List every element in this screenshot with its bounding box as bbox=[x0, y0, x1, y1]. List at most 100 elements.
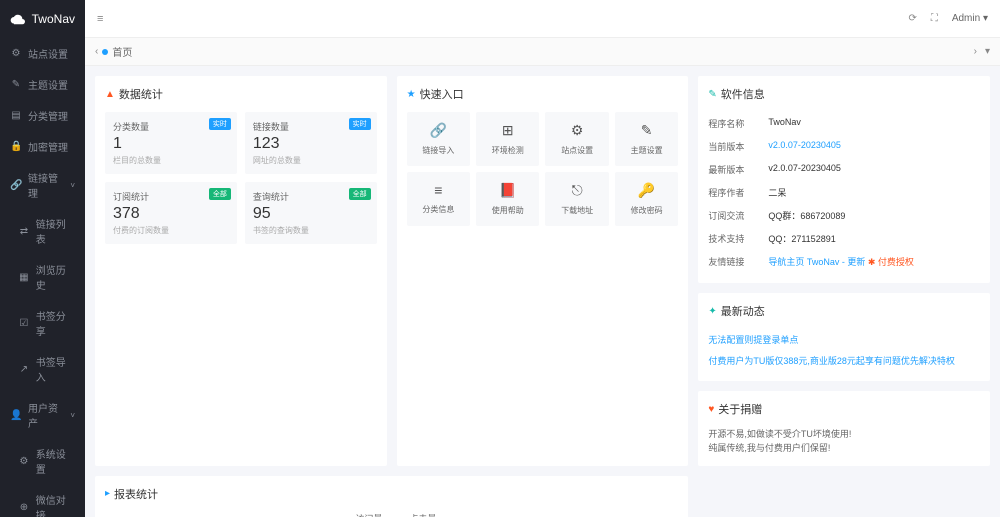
info-link[interactable]: 导航主页 TwoNav - 更新 bbox=[768, 257, 865, 267]
quick-btn-5[interactable]: 📕 使用帮助 bbox=[476, 172, 539, 226]
sidebar-item-3[interactable]: 🔒加密管理 bbox=[0, 131, 85, 162]
quick-btn-6[interactable]: ⎋下载地址 bbox=[545, 172, 608, 226]
info-warn[interactable]: ✱ 付费授权 bbox=[868, 257, 914, 267]
quick-icon: 📕 bbox=[480, 182, 535, 199]
sidebar-sub-link-1[interactable]: ▦浏览历史 bbox=[0, 254, 85, 300]
tab-next-icon[interactable]: › bbox=[974, 46, 977, 57]
sidebar-sub-link-0[interactable]: ⇄ 链接列表 bbox=[0, 208, 85, 254]
software-card: ✎软件信息 程序名称TwoNav当前版本v2.0.07-20230405最新版本… bbox=[698, 76, 990, 283]
info-row-1: 当前版本v2.0.07-20230405 bbox=[708, 135, 980, 158]
quick-label: 使用帮助 bbox=[480, 205, 535, 216]
sidebar-sub-user-1[interactable]: ⊕ 微信对接 bbox=[0, 484, 85, 517]
info-key: 程序作者 bbox=[708, 186, 768, 199]
info-row-5: 技术支持QQ：271152891 bbox=[708, 227, 980, 250]
user-menu[interactable]: Admin ▾ bbox=[952, 13, 988, 24]
news-link-1[interactable]: 付费用户为TU版仅388元,商业版28元起享有问题优先解决特权 bbox=[708, 350, 980, 371]
info-row-0: 程序名称TwoNav bbox=[708, 112, 980, 135]
news-link-0[interactable]: 无法配置则提登录单点 bbox=[708, 329, 980, 350]
software-title: 软件信息 bbox=[721, 86, 765, 102]
stat-box-2: 订阅统计378付费的订阅数量全部 bbox=[105, 182, 237, 244]
info-key: 技术支持 bbox=[708, 232, 768, 245]
nav-icon: ⚙ bbox=[18, 456, 30, 467]
info-icon: ✎ bbox=[708, 89, 716, 100]
donate-line: 开源不易,如做读不受介TU坏境使用! bbox=[708, 427, 980, 441]
nav-label: 微信对接 bbox=[36, 492, 75, 517]
nav-icon: ☑ bbox=[18, 318, 30, 329]
stat-box-1: 链接数量123网址的总数量实时 bbox=[245, 112, 377, 174]
tabbar: ‹ 首页 › ▾ bbox=[85, 38, 1000, 66]
quick-btn-1[interactable]: ⊞环境检测 bbox=[476, 112, 539, 166]
stat-sub: 网址的总数量 bbox=[253, 155, 369, 166]
refresh-icon[interactable]: ⟳ bbox=[908, 13, 916, 24]
report-card: ▸报表统计 访问量 点击量 100806040200 2023010920230… bbox=[95, 476, 688, 517]
chart-legend: 访问量 点击量 bbox=[105, 512, 678, 517]
info-val: 导航主页 TwoNav - 更新 ✱ 付费授权 bbox=[768, 255, 980, 268]
info-link[interactable]: v2.0.07-20230405 bbox=[768, 140, 841, 150]
nav-label: 链接管理 bbox=[28, 170, 64, 200]
nav-label: 系统设置 bbox=[36, 446, 75, 476]
sidebar-sub-link-2[interactable]: ☑书签分享 bbox=[0, 300, 85, 346]
nav-icon: ⚙ bbox=[10, 48, 22, 59]
stat-sub: 栏目的总数量 bbox=[113, 155, 229, 166]
quick-icon: ⚙ bbox=[549, 122, 604, 139]
warning-icon: ▲ bbox=[105, 89, 115, 100]
info-key: 订阅交流 bbox=[708, 209, 768, 222]
fullscreen-icon[interactable]: ⛶ bbox=[931, 13, 938, 24]
sidebar-item-0[interactable]: ⚙ 站点设置 bbox=[0, 38, 85, 69]
quick-btn-7[interactable]: 🔑 修改密码 bbox=[615, 172, 678, 226]
stat-sub: 书签的查询数量 bbox=[253, 225, 369, 236]
stat-value: 1 bbox=[113, 135, 229, 153]
nav-icon: 🔒 bbox=[10, 141, 22, 152]
tab-home[interactable]: 首页 bbox=[112, 44, 132, 59]
quick-icon: 🔑 bbox=[619, 182, 674, 199]
nav-icon: ▦ bbox=[18, 272, 30, 283]
nav-icon: ⇄ bbox=[18, 226, 30, 237]
stat-badge: 全部 bbox=[209, 188, 231, 200]
nav-label: 链接列表 bbox=[36, 216, 75, 246]
stat-box-0: 分类数量1栏目的总数量实时 bbox=[105, 112, 237, 174]
content: ▲数据统计 分类数量1栏目的总数量实时链接数量123网址的总数量实时订阅统计37… bbox=[85, 66, 1000, 517]
sidebar-sub-link-3[interactable]: ↗书签导入 bbox=[0, 346, 85, 392]
quick-card: ★快速入口 🔗链接导入⊞环境检测⚙站点设置✎主题设置≡分类信息📕使用帮助⎋下载地… bbox=[397, 76, 689, 466]
brand-text: TwoNav bbox=[32, 12, 75, 26]
quick-btn-4[interactable]: ≡分类信息 bbox=[407, 172, 470, 226]
stats-card: ▲数据统计 分类数量1栏目的总数量实时链接数量123网址的总数量实时订阅统计37… bbox=[95, 76, 387, 466]
menu-toggle-icon[interactable]: ≡ bbox=[97, 13, 103, 25]
sidebar-item-5[interactable]: 👤用户资产˅ bbox=[0, 392, 85, 438]
quick-icon: ✎ bbox=[619, 122, 674, 139]
nav-icon: ⊕ bbox=[18, 502, 30, 513]
bell-icon: ✦ bbox=[708, 306, 716, 317]
quick-icon: 🔗 bbox=[411, 122, 466, 139]
info-val: TwoNav bbox=[768, 117, 980, 130]
info-key: 友情链接 bbox=[708, 255, 768, 268]
tab-back-icon[interactable]: ‹ bbox=[95, 46, 98, 57]
info-val: QQ群：686720089 bbox=[768, 209, 980, 222]
info-val: v2.0.07-20230405 bbox=[768, 163, 980, 176]
sidebar-item-1[interactable]: ✎主题设置 bbox=[0, 69, 85, 100]
nav-icon: ▤ bbox=[10, 110, 22, 121]
stat-badge: 实时 bbox=[209, 118, 231, 130]
nav-label: 用户资产 bbox=[28, 400, 64, 430]
sidebar-sub-user-0[interactable]: ⚙ 系统设置 bbox=[0, 438, 85, 484]
quick-btn-2[interactable]: ⚙站点设置 bbox=[545, 112, 608, 166]
nav-label: 站点设置 bbox=[28, 46, 68, 61]
info-row-3: 程序作者二呆 bbox=[708, 181, 980, 204]
chevron-icon: ˅ bbox=[70, 411, 75, 420]
sidebar: TwoNav ⚙ 站点设置 ✎主题设置▤分类管理🔒加密管理🔗链接管理˅ ⇄ 链接列表 ▦浏… bbox=[0, 0, 85, 517]
news-card: ✦最新动态 无法配置则提登录单点付费用户为TU版仅388元,商业版28元起享有问… bbox=[698, 293, 990, 381]
brand-logo[interactable]: TwoNav bbox=[0, 0, 85, 38]
quick-label: 修改密码 bbox=[619, 205, 674, 216]
tab-more-icon[interactable]: ▾ bbox=[985, 46, 990, 57]
info-val: v2.0.07-20230405 bbox=[768, 140, 980, 153]
info-row-4: 订阅交流QQ群：686720089 bbox=[708, 204, 980, 227]
sidebar-item-2[interactable]: ▤分类管理 bbox=[0, 100, 85, 131]
quick-btn-0[interactable]: 🔗链接导入 bbox=[407, 112, 470, 166]
stat-value: 95 bbox=[253, 205, 369, 223]
quick-label: 下载地址 bbox=[549, 205, 604, 216]
sidebar-item-4[interactable]: 🔗链接管理˅ bbox=[0, 162, 85, 208]
info-key: 当前版本 bbox=[708, 140, 768, 153]
quick-btn-3[interactable]: ✎主题设置 bbox=[615, 112, 678, 166]
nav-icon: ↗ bbox=[18, 364, 30, 375]
report-title: 报表统计 bbox=[114, 486, 158, 502]
info-row-6: 友情链接导航主页 TwoNav - 更新 ✱ 付费授权 bbox=[708, 250, 980, 273]
